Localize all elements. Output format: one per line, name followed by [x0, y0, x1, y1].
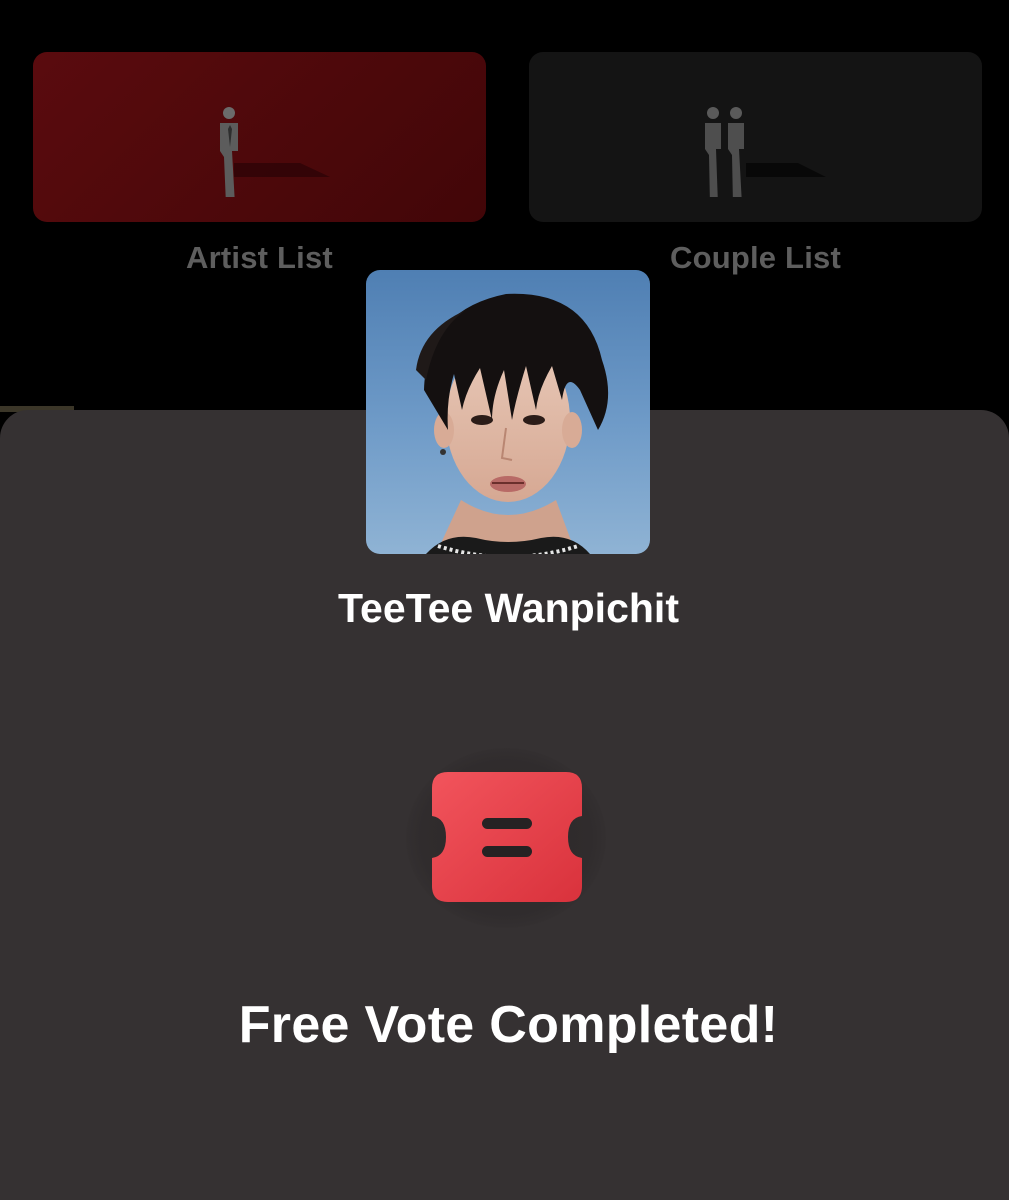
single-person-icon — [219, 107, 330, 197]
vote-completed-message: Free Vote Completed! — [238, 996, 779, 1054]
artist-photo — [366, 270, 650, 554]
tab-couple-list[interactable] — [529, 52, 982, 222]
screen: Artist List Couple List TeeTee Wanpichit… — [0, 0, 1009, 1200]
vote-ticket-icon — [432, 772, 582, 902]
two-people-icon — [704, 107, 826, 197]
artist-name: TeeTee Wanpichit — [338, 585, 679, 631]
tab-artist-list[interactable] — [33, 52, 486, 222]
